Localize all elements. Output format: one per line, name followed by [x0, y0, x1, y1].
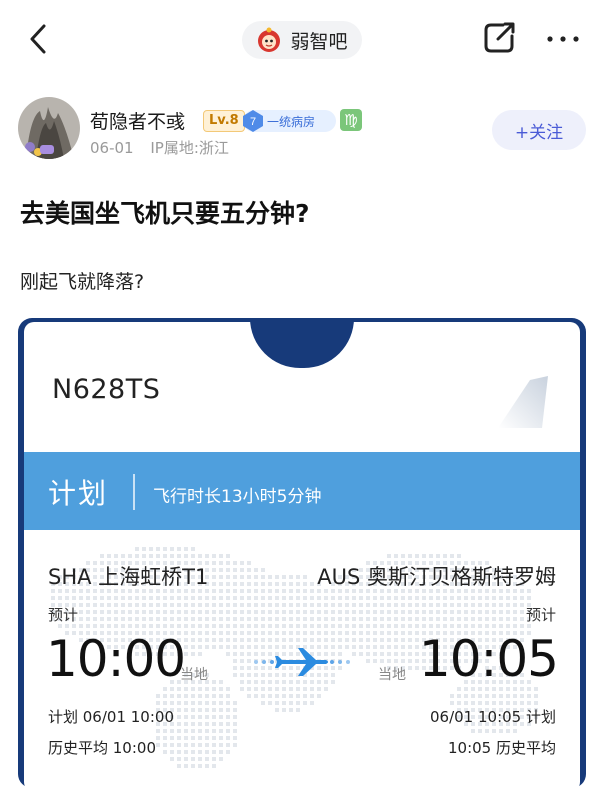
follow-button[interactable]: +关注 [492, 110, 586, 150]
share-button[interactable] [481, 20, 517, 56]
post-date: 06-01 [90, 139, 134, 157]
post-body: 刚起飞就降落? [20, 271, 145, 293]
author-name[interactable]: 荀隐者不彧 [90, 107, 185, 134]
zodiac-badge: ♍ [340, 109, 362, 131]
back-button[interactable] [24, 22, 54, 56]
departure-scheduled: 计划 06/01 10:00 [48, 708, 174, 726]
flight-status: 计划 [48, 477, 109, 510]
post-title: 去美国坐飞机只要五分钟? [20, 199, 310, 228]
arrival-local-label: 当地 [378, 667, 406, 683]
ip-location: IP属地:浙江 [150, 139, 229, 157]
level-badge: Lv.8 [203, 110, 245, 132]
plane-icon [254, 648, 350, 676]
fan-level-icon: 7 [243, 110, 263, 132]
fan-title: 一统病房 [267, 114, 316, 129]
flight-duration: 飞行时长13小时5分钟 [153, 487, 322, 507]
arrival-scheduled: 06/01 10:05 计划 [430, 708, 556, 726]
forum-logo-icon [258, 27, 281, 52]
departure-history-average: 历史平均 10:00 [48, 739, 156, 757]
more-button[interactable] [545, 27, 581, 51]
arrival-time: 10:05 [418, 630, 559, 688]
flight-number: N628TS [52, 374, 161, 405]
top-bar: 弱智吧 [0, 0, 604, 78]
arrival-history-average: 10:05 历史平均 [448, 739, 556, 757]
arrival-estimate-label: 预计 [525, 606, 556, 624]
avatar-image [18, 97, 80, 159]
fan-level-number: 7 [250, 116, 256, 128]
departure-time: 10:00 [46, 630, 186, 688]
status-divider [133, 474, 135, 510]
departure-airport: SHA 上海虹桥T1 [48, 565, 209, 589]
chevron-left-icon [30, 24, 46, 54]
airline-tail-icon [498, 376, 548, 428]
share-icon [484, 22, 515, 53]
avatar[interactable] [18, 97, 80, 159]
departure-estimate-label: 预计 [48, 606, 79, 624]
forum-name: 弱智吧 [290, 30, 348, 53]
departure-local-label: 当地 [180, 667, 208, 683]
fan-badge: 7 一统病房 [243, 110, 336, 132]
more-icon [547, 36, 579, 42]
forum-pill[interactable]: 弱智吧 [242, 21, 362, 59]
post-meta: 06-01 IP属地:浙江 [90, 137, 241, 158]
arrival-airport: AUS 奥斯汀贝格斯特罗姆 [317, 565, 556, 589]
